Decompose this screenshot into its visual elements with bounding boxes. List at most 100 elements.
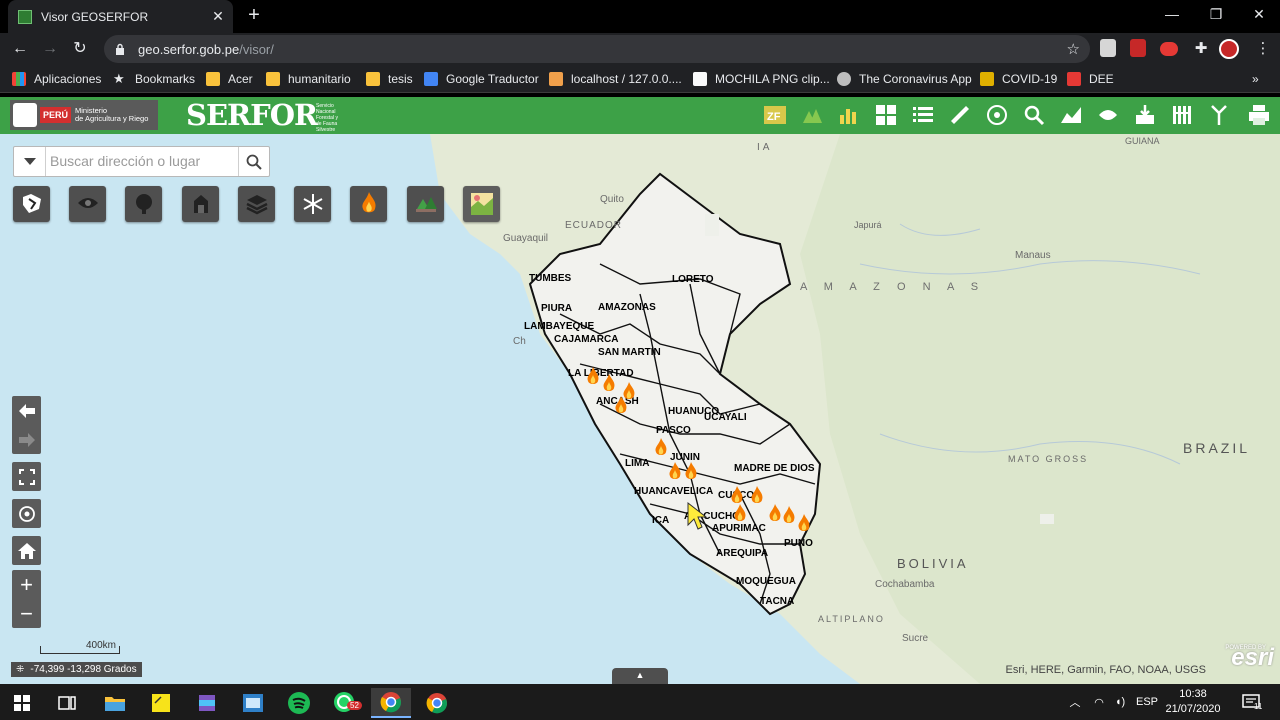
layer-basemap-button[interactable]: [463, 186, 500, 222]
bookmark-item[interactable]: COVID-19: [980, 70, 1057, 88]
grid-tool-icon[interactable]: [871, 100, 901, 130]
wildfire-marker-icon[interactable]: [797, 514, 811, 534]
taskbar-clock[interactable]: 10:38 21/07/2020: [1160, 687, 1226, 717]
print-tool-icon[interactable]: [1244, 100, 1274, 130]
profile-chart-tool-icon[interactable]: [1056, 100, 1086, 130]
close-window-button[interactable]: ✕: [1237, 0, 1280, 30]
chrome-button-active[interactable]: [371, 688, 411, 718]
layer-peru-map-button[interactable]: [13, 186, 50, 222]
volume-icon[interactable]: ◖): [1111, 684, 1129, 720]
spotify-button[interactable]: [279, 688, 319, 718]
chrome-button[interactable]: [417, 688, 457, 718]
back-icon[interactable]: ←: [8, 37, 32, 61]
home-button[interactable]: [12, 536, 41, 565]
identify-tool-icon[interactable]: [1019, 100, 1049, 130]
page-extension-icon[interactable]: [1100, 39, 1116, 57]
reload-icon[interactable]: ↻: [68, 37, 92, 61]
browser-menu-icon[interactable]: ⋮: [1253, 39, 1273, 59]
wildfire-marker-icon[interactable]: [768, 504, 782, 524]
wildfire-marker-icon[interactable]: [602, 374, 616, 394]
bookmark-item[interactable]: localhost / 127.0.0....: [549, 70, 682, 88]
locate-button[interactable]: [12, 499, 41, 528]
bookmark-item[interactable]: humanitario: [266, 70, 351, 88]
forest-resources-tool-icon[interactable]: [797, 100, 827, 130]
bookmark-item[interactable]: tesis: [366, 70, 413, 88]
layer-stack-button[interactable]: [238, 186, 275, 222]
bookmark-item[interactable]: Acer: [206, 70, 253, 88]
bottom-panel-toggle[interactable]: ▲: [612, 668, 668, 684]
measure-tool-icon[interactable]: [945, 100, 975, 130]
fullscreen-button[interactable]: [12, 462, 41, 491]
wildfire-marker-icon[interactable]: [730, 486, 744, 506]
layer-concessions-button[interactable]: [182, 186, 219, 222]
whatsapp-button[interactable]: 52: [325, 688, 365, 718]
next-extent-button[interactable]: [12, 425, 41, 454]
list-tool-icon[interactable]: [908, 100, 938, 130]
winrar-button[interactable]: [187, 688, 227, 718]
new-tab-button[interactable]: +: [243, 5, 265, 27]
share-tool-icon[interactable]: [1204, 100, 1234, 130]
file-explorer-button[interactable]: [95, 688, 135, 718]
more-bookmarks-icon[interactable]: »: [1252, 70, 1259, 88]
zoom-out-button[interactable]: −: [12, 599, 41, 628]
bookmark-item[interactable]: Google Traductor: [424, 70, 539, 88]
sticky-notes-button[interactable]: [141, 688, 181, 718]
wildfire-marker-icon[interactable]: [684, 462, 698, 482]
language-indicator[interactable]: ESP: [1134, 684, 1160, 720]
bookmark-item[interactable]: ★ Bookmarks: [113, 70, 195, 88]
bookmark-item[interactable]: DEE: [1067, 70, 1114, 88]
layer-deforestation-button[interactable]: [407, 186, 444, 222]
cast-extension-icon[interactable]: [1160, 42, 1178, 56]
wildfire-marker-icon[interactable]: [750, 486, 764, 506]
draw-tool-icon[interactable]: [982, 100, 1012, 130]
zonificacion-tool-icon[interactable]: ZF: [760, 100, 790, 130]
notification-center-button[interactable]: 11: [1236, 684, 1266, 720]
folder-icon: [105, 697, 125, 711]
swipe-tool-icon[interactable]: [1093, 100, 1123, 130]
layer-forest-button[interactable]: [125, 186, 162, 222]
task-view-button[interactable]: [47, 688, 87, 718]
download-tool-icon[interactable]: [1130, 100, 1160, 130]
wildfire-marker-icon[interactable]: [654, 438, 668, 458]
bookmark-item[interactable]: MOCHILA PNG clip...: [693, 70, 830, 88]
layer-climate-button[interactable]: [294, 186, 331, 222]
layer-wildfire-button[interactable]: [350, 186, 387, 222]
wildfire-marker-icon[interactable]: [586, 367, 600, 387]
search-source-dropdown[interactable]: [14, 147, 46, 176]
search-input[interactable]: [50, 151, 236, 171]
peru-ministry-logo: PERÚ Ministerio de Agricultura y Riego: [10, 100, 158, 130]
wildfire-marker-icon[interactable]: [782, 506, 796, 526]
bookmark-star-icon[interactable]: ☆: [1067, 40, 1080, 58]
previous-extent-button[interactable]: [12, 396, 41, 425]
table-tool-icon[interactable]: [1167, 100, 1197, 130]
extensions-puzzle-icon[interactable]: ✚: [1191, 39, 1211, 59]
wildfire-marker-icon[interactable]: [733, 504, 747, 524]
wildfire-marker-icon[interactable]: [614, 396, 628, 416]
coordinate-readout[interactable]: ⁜ -74,399 -13,298 Grados: [11, 662, 142, 677]
address-bar[interactable]: geo.serfor.gob.pe/visor/ ☆: [104, 35, 1090, 63]
bookmark-label: humanitario: [288, 72, 351, 86]
control-panel-button[interactable]: [233, 688, 273, 718]
zoom-in-button[interactable]: +: [12, 570, 41, 599]
windows-start-button[interactable]: [2, 688, 42, 718]
minimize-button[interactable]: —: [1150, 0, 1194, 30]
pdf-extension-icon[interactable]: [1130, 39, 1146, 57]
guiana-label: GUIANA: [1125, 136, 1160, 146]
statistics-tool-icon[interactable]: [834, 100, 864, 130]
arrow-right-icon: [18, 432, 35, 447]
show-hidden-icons-button[interactable]: ︿: [1066, 684, 1084, 720]
search-button[interactable]: [238, 147, 269, 176]
map-view[interactable]: IA GUIANA ECUADOR Quito Guayaquil A M A …: [0, 134, 1280, 684]
tab-close-icon[interactable]: ✕: [209, 8, 227, 25]
profile-avatar[interactable]: [1219, 39, 1239, 59]
bookmark-item[interactable]: The Coronavirus App: [837, 70, 972, 88]
amazonas-region-label: A M A Z O N A S: [800, 281, 986, 293]
sucre-label: Sucre: [902, 633, 929, 644]
browser-tab[interactable]: Visor GEOSERFOR ✕: [8, 0, 233, 33]
bookmark-item[interactable]: Aplicaciones: [12, 70, 101, 88]
wildfire-marker-icon[interactable]: [668, 462, 682, 482]
wifi-icon[interactable]: ◠: [1090, 684, 1108, 720]
layer-fauna-button[interactable]: [69, 186, 106, 222]
forward-icon[interactable]: →: [38, 37, 62, 61]
maximize-button[interactable]: ❐: [1194, 0, 1238, 30]
